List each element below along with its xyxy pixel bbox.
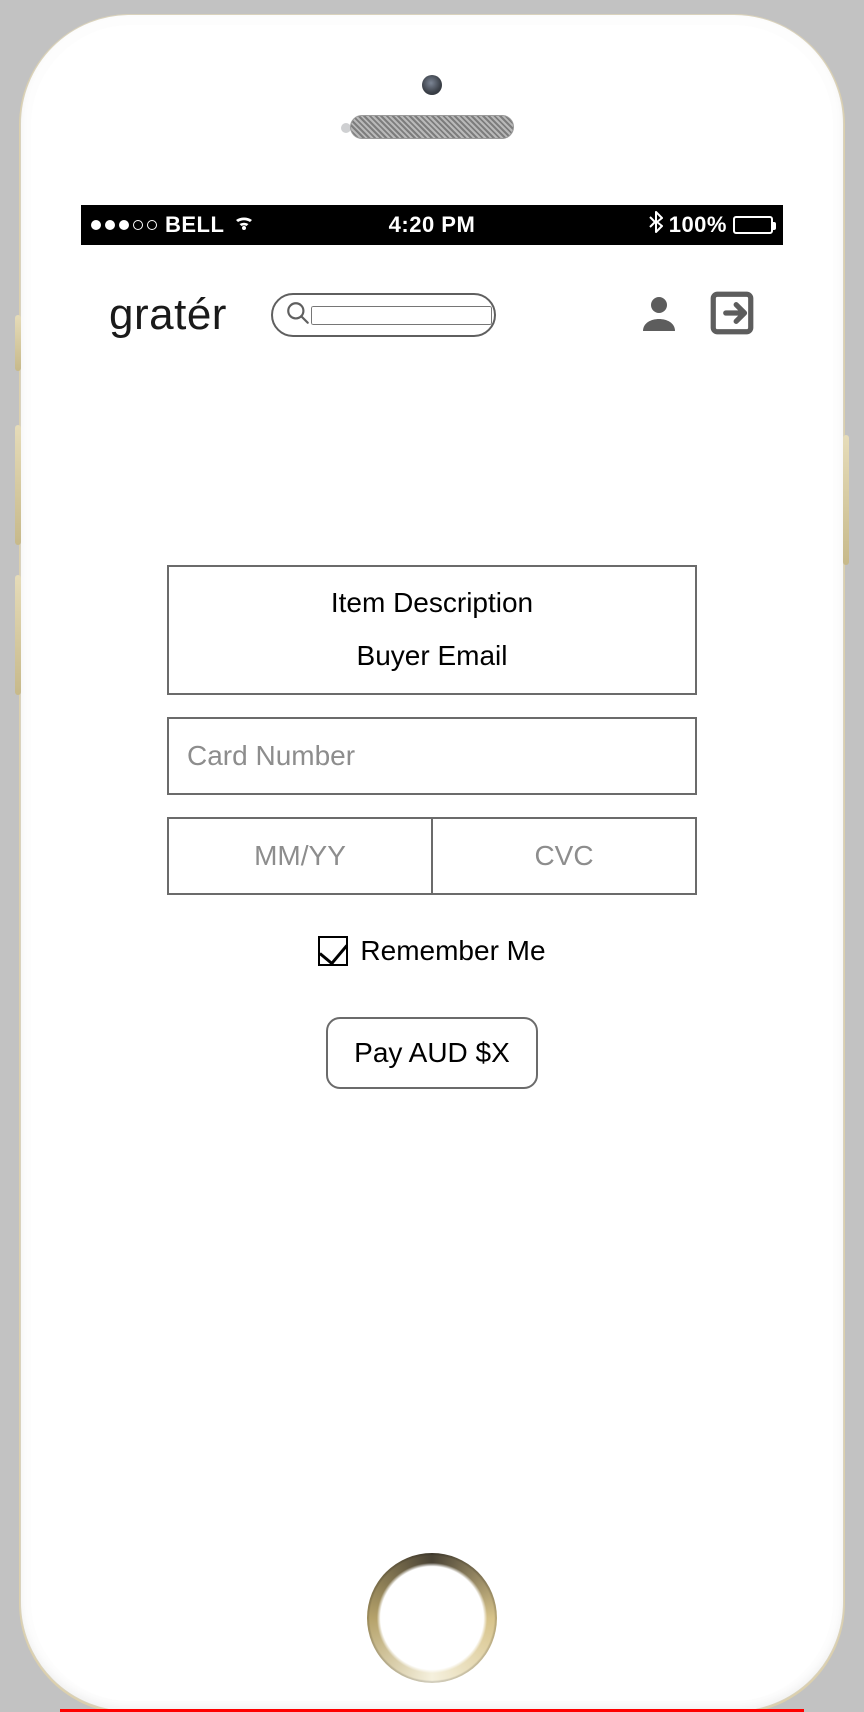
status-bar: BELL 4:20 PM 100%: [81, 205, 783, 245]
cvc-input[interactable]: [433, 840, 695, 872]
signal-strength-icon: [91, 220, 157, 230]
expiry-field[interactable]: [169, 819, 433, 893]
wifi-icon: [232, 212, 256, 238]
bluetooth-icon: [649, 211, 663, 239]
order-info-box: Item Description Buyer Email: [167, 565, 697, 695]
remember-me-label: Remember Me: [360, 935, 545, 967]
device-home-button[interactable]: [367, 1553, 497, 1683]
pay-button[interactable]: Pay AUD $X: [326, 1017, 538, 1089]
device-bezel: BELL 4:20 PM 100%: [31, 25, 833, 1701]
remember-me-row[interactable]: Remember Me: [167, 935, 697, 967]
search-field[interactable]: [311, 306, 492, 325]
person-icon[interactable]: [635, 289, 683, 342]
brand-label: gratér: [109, 290, 227, 340]
buyer-email-label: Buyer Email: [181, 636, 683, 675]
remember-me-checkbox[interactable]: [318, 936, 348, 966]
exit-icon[interactable]: [707, 288, 757, 343]
item-description-label: Item Description: [181, 583, 683, 622]
card-number-input[interactable]: [187, 740, 677, 772]
device-side-button: [843, 435, 849, 565]
checkout-form: Item Description Buyer Email: [167, 565, 697, 1089]
device-side-button: [15, 575, 21, 695]
battery-icon: [733, 216, 773, 234]
device-speaker: [350, 115, 514, 139]
carrier-label: BELL: [165, 212, 224, 238]
cvc-field[interactable]: [433, 819, 695, 893]
clock-label: 4:20 PM: [389, 212, 476, 237]
card-number-field[interactable]: [167, 717, 697, 795]
expiry-input[interactable]: [169, 840, 431, 872]
search-icon: [285, 300, 311, 331]
battery-pct-label: 100%: [669, 212, 727, 238]
device-camera: [422, 75, 442, 95]
device-side-button: [15, 425, 21, 545]
card-meta-row: [167, 817, 697, 895]
app-header: gratér: [81, 245, 783, 355]
device-frame: BELL 4:20 PM 100%: [20, 14, 844, 1712]
search-input[interactable]: [271, 293, 496, 337]
device-side-button: [15, 315, 21, 371]
screen: BELL 4:20 PM 100%: [81, 205, 783, 1521]
